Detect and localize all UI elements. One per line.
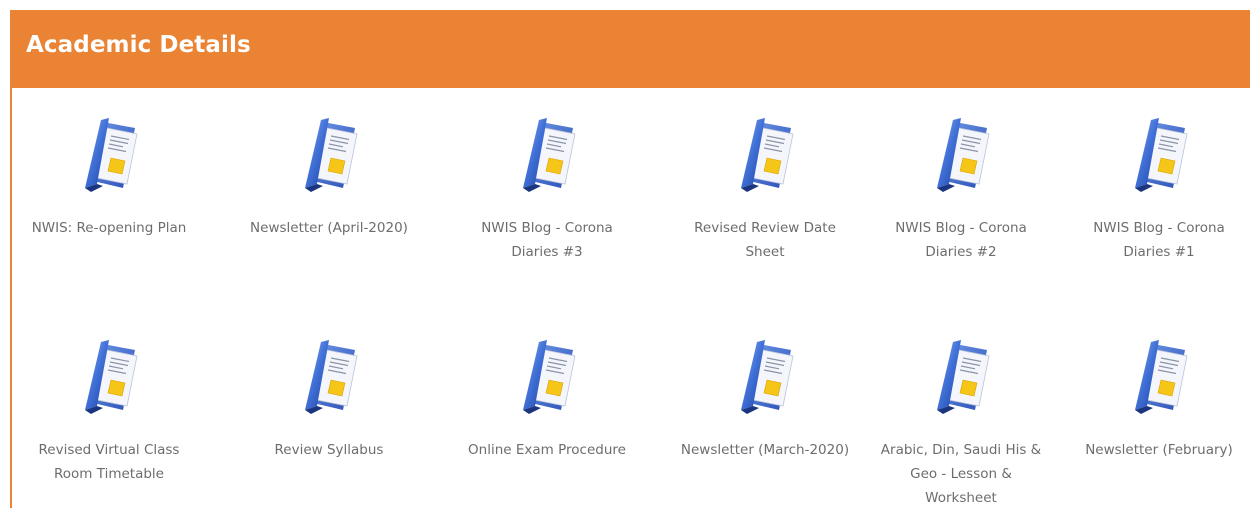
document-label: Revised Virtual Class Room Timetable xyxy=(38,442,180,482)
document-folder-icon xyxy=(1123,114,1195,194)
document-item-review-syllabus[interactable]: Review Syllabus xyxy=(244,310,414,510)
document-folder-icon xyxy=(729,114,801,194)
document-item-corona-diaries-1[interactable]: NWIS Blog - Corona Diaries #1 xyxy=(1074,88,1244,288)
document-folder-icon xyxy=(73,114,145,194)
document-item-corona-diaries-3[interactable]: NWIS Blog - Corona Diaries #3 xyxy=(462,88,632,288)
documents-grid: NWIS: Re-opening Plan Newsletter (April-… xyxy=(12,88,1250,508)
document-item-corona-diaries-2[interactable]: NWIS Blog - Corona Diaries #2 xyxy=(876,88,1046,288)
document-item-newsletter-february[interactable]: Newsletter (February) xyxy=(1074,310,1244,510)
document-folder-icon xyxy=(511,114,583,194)
document-folder-icon xyxy=(293,336,365,416)
document-folder-icon xyxy=(729,336,801,416)
document-label: Online Exam Procedure xyxy=(468,442,626,458)
document-item-arabic-lesson-worksheet[interactable]: Arabic, Din, Saudi His & Geo - Lesson & … xyxy=(876,310,1046,510)
document-label: NWIS Blog - Corona Diaries #1 xyxy=(1093,220,1225,260)
document-item-review-date-sheet[interactable]: Revised Review Date Sheet xyxy=(680,88,850,288)
academic-details-panel: Academic Details NWIS: Re-opening Plan N… xyxy=(10,10,1250,508)
document-folder-icon xyxy=(511,336,583,416)
document-item-newsletter-march[interactable]: Newsletter (March-2020) xyxy=(680,310,850,510)
document-item-newsletter-april[interactable]: Newsletter (April-2020) xyxy=(244,88,414,288)
document-label: NWIS Blog - Corona Diaries #3 xyxy=(481,220,613,260)
panel-header: Academic Details xyxy=(10,10,1250,88)
document-item-online-exam-procedure[interactable]: Online Exam Procedure xyxy=(462,310,632,510)
document-item-reopening-plan[interactable]: NWIS: Re-opening Plan xyxy=(24,88,194,288)
document-label: Newsletter (April-2020) xyxy=(250,220,408,236)
document-label: NWIS Blog - Corona Diaries #2 xyxy=(895,220,1027,260)
document-label: Newsletter (February) xyxy=(1085,442,1233,458)
document-label: Newsletter (March-2020) xyxy=(680,442,850,458)
document-label: NWIS: Re-opening Plan xyxy=(31,220,187,236)
document-folder-icon xyxy=(925,336,997,416)
document-label: Review Syllabus xyxy=(274,442,384,458)
panel-title: Academic Details xyxy=(26,32,251,58)
document-folder-icon xyxy=(293,114,365,194)
document-label: Arabic, Din, Saudi His & Geo - Lesson & … xyxy=(880,442,1042,506)
document-folder-icon xyxy=(1123,336,1195,416)
document-label: Revised Review Date Sheet xyxy=(694,220,836,260)
document-folder-icon xyxy=(73,336,145,416)
document-item-virtual-class-timetable[interactable]: Revised Virtual Class Room Timetable xyxy=(24,310,194,510)
document-folder-icon xyxy=(925,114,997,194)
